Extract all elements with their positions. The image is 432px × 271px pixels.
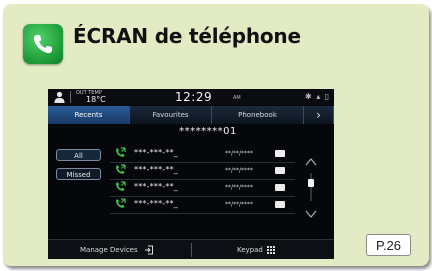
call-row[interactable]: ***-***-**_ **/**/**** [110,197,295,214]
phone-app-icon [23,24,63,64]
keypad-button[interactable]: Keypad [192,240,334,259]
incoming-call-icon [116,164,126,174]
bluetooth-signal-battery-icon: ✱ ▴ ▯ [305,92,331,101]
tab-phonebook[interactable]: Phonebook [212,106,304,124]
scrollbar-track[interactable] [310,173,312,201]
bottom-bar: Manage Devices Keypad [48,239,334,259]
out-temp-value: 18°C [86,95,106,104]
clock: 12:29 [175,90,213,104]
tab-next-arrow[interactable]: › [304,106,334,124]
page-reference-badge: P.26 [366,234,411,256]
call-date: **/**/**** [225,167,254,174]
phone-screen: OUT TEMP 18°C 12:29 AM ✱ ▴ ▯ Recents Fav… [48,89,334,259]
clock-ampm: AM [233,95,241,101]
keypad-label: Keypad [237,246,263,254]
incoming-call-icon [116,181,126,191]
message-icon[interactable] [275,167,285,174]
scrollbar-thumb[interactable] [308,179,314,187]
user-icon[interactable] [54,91,65,103]
status-divider [70,91,71,103]
call-number: ***-***-**_ [134,165,178,174]
scroll-up-icon[interactable] [304,155,318,169]
info-card: ÉCRAN de téléphone OUT TEMP 18°C 12:29 A… [3,4,429,266]
keypad-icon [267,246,275,254]
manage-devices-label: Manage Devices [80,246,138,254]
call-date: **/**/**** [225,201,254,208]
tab-bar: Recents Favourites Phonebook › [48,106,334,124]
call-row[interactable]: ***-***-**_ **/**/**** [110,163,295,180]
incoming-call-icon [116,147,126,157]
filter-all-button[interactable]: All [56,149,101,161]
incoming-call-icon [116,198,126,208]
call-date: **/**/**** [225,150,254,157]
call-number: ***-***-**_ [134,148,178,157]
tab-recents[interactable]: Recents [48,106,130,124]
call-number: ***-***-**_ [134,182,178,191]
login-icon [145,245,153,255]
call-row[interactable]: ***-***-**_ **/**/**** [110,146,295,163]
message-icon[interactable] [275,201,285,208]
tab-favourites[interactable]: Favourites [130,106,212,124]
dialed-number: ********01 [179,126,237,137]
call-number: ***-***-**_ [134,199,178,208]
manage-devices-button[interactable]: Manage Devices [48,240,191,259]
filter-missed-button[interactable]: Missed [56,168,101,180]
page-title: ÉCRAN de téléphone [73,24,301,48]
message-icon[interactable] [275,184,285,191]
scroll-down-icon[interactable] [304,207,318,221]
status-bar: OUT TEMP 18°C 12:29 AM ✱ ▴ ▯ [48,89,334,105]
message-icon[interactable] [275,150,285,157]
call-row[interactable]: ***-***-**_ **/**/**** [110,180,295,197]
call-date: **/**/**** [225,184,254,191]
